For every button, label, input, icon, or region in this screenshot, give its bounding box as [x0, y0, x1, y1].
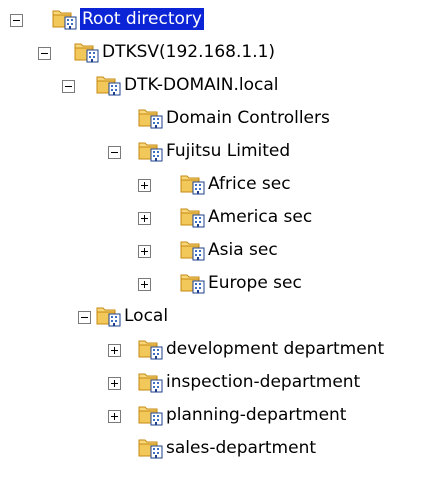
tree-node-label[interactable]: America sec: [206, 206, 314, 228]
directory-tree: Root directory DTKSV(192.168.1.1) DTK-DO…: [0, 0, 422, 502]
folder-icon: [138, 437, 164, 459]
tree-node-label[interactable]: Root directory: [80, 8, 204, 30]
expand-icon[interactable]: [138, 212, 151, 225]
tree-node-label[interactable]: inspection-department: [164, 371, 362, 393]
tree-node-label[interactable]: Africe sec: [206, 173, 293, 195]
expand-icon[interactable]: [108, 410, 121, 423]
folder-icon: [52, 8, 78, 30]
folder-icon: [74, 41, 100, 63]
tree-node-label[interactable]: planning-department: [164, 404, 348, 426]
expand-icon[interactable]: [138, 245, 151, 258]
collapse-icon[interactable]: [10, 14, 23, 27]
tree-node-label[interactable]: Domain Controllers: [164, 107, 332, 129]
tree-node-label[interactable]: development department: [164, 338, 386, 360]
tree-node-label[interactable]: DTK-DOMAIN.local: [122, 74, 281, 96]
collapse-icon[interactable]: [38, 47, 51, 60]
tree-node-label[interactable]: DTKSV(192.168.1.1): [100, 41, 277, 63]
expand-icon[interactable]: [138, 278, 151, 291]
expand-icon[interactable]: [138, 179, 151, 192]
collapse-icon[interactable]: [78, 311, 91, 324]
folder-icon: [138, 140, 164, 162]
tree-node-label[interactable]: Asia sec: [206, 239, 280, 261]
expand-icon[interactable]: [108, 344, 121, 357]
folder-icon: [96, 74, 122, 96]
folder-icon: [180, 239, 206, 261]
folder-icon: [180, 272, 206, 294]
collapse-icon[interactable]: [62, 80, 75, 93]
tree-node-label[interactable]: Local: [122, 305, 170, 327]
folder-icon: [180, 173, 206, 195]
collapse-icon[interactable]: [108, 146, 121, 159]
tree-node-label[interactable]: Europe sec: [206, 272, 304, 294]
folder-icon: [138, 404, 164, 426]
expand-icon[interactable]: [108, 377, 121, 390]
tree-node-label[interactable]: sales-department: [164, 437, 318, 459]
tree-node-label[interactable]: Fujitsu Limited: [164, 140, 292, 162]
folder-icon: [138, 338, 164, 360]
folder-icon: [138, 371, 164, 393]
folder-icon: [180, 206, 206, 228]
folder-icon: [96, 305, 122, 327]
folder-icon: [138, 107, 164, 129]
